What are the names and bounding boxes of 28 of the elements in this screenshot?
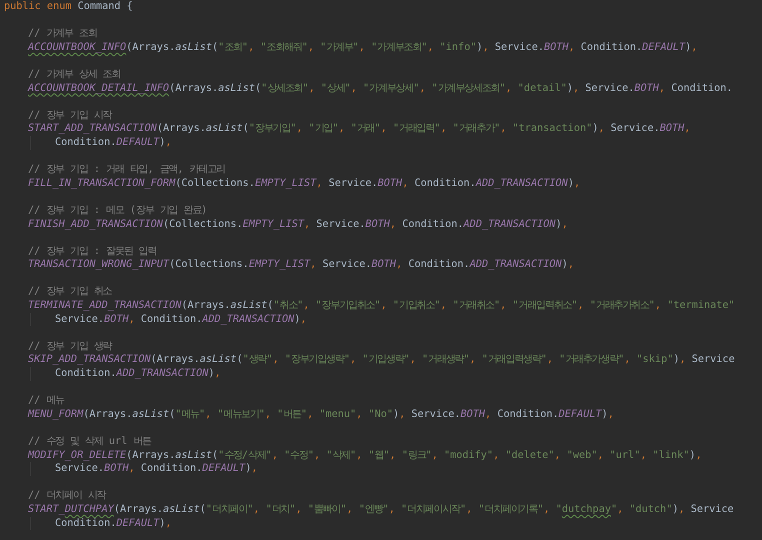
code-comment: // 장부 기입 시작 (28, 108, 112, 122)
code-line: TERMINATE_ADD_TRANSACTION(Arrays.asList("취소", "장부기입취소", "기입취소", "거래취소", "거래입력취소", "거래추가취소", "terminate" (28, 299, 735, 313)
code-line: SKIP_ADD_TRANSACTION(Arrays.asList("생략", "장부기입생략", "기입생략", "거래생략", "거래입력생략", "거래추가생략", "skip"), Service (28, 353, 735, 368)
code-line: Condition.DEFAULT), (30, 516, 172, 530)
code-line: TRANSACTION_WRONG_INPUT(Collections.EMPTY_LIST, Service.BOTH, Condition.ADD_TRANSACTION), (28, 258, 574, 272)
code-line: START_ADD_TRANSACTION(Arrays.asList("장부기입", "기입", "거래", "거래입력", "거래추가", "transaction"), Service.BOTH, (28, 122, 690, 136)
code-comment: // 장부 기입 : 메모 (장부 기입 완료) (28, 204, 208, 218)
code-comment: // 장부 기입 생략 (28, 340, 112, 354)
code-comment: // 수정 및 삭제 url 버튼 (28, 435, 151, 449)
code-comment: // 장부 기입 취소 (28, 285, 112, 300)
code-comment: // 장부 기입 : 잘못된 입력 (28, 244, 156, 258)
code-line: Condition.ADD_TRANSACTION), (30, 367, 221, 381)
code-line: Service.BOTH, Condition.ADD_TRANSACTION), (30, 312, 307, 326)
code-comment: // 장부 기입 : 거래 타입, 금액, 카테고리 (28, 163, 225, 177)
code-line: FINISH_ADD_TRANSACTION(Collections.EMPTY_LIST, Service.BOTH, Condition.ADD_TRANSACTION), (28, 218, 568, 232)
code-line: MODIFY_OR_DELETE(Arrays.asList("수정/삭제", "수정", "삭제", "웹", "링크", "modify", "delete", "web", "url", "link"), (28, 448, 702, 462)
code-comment: // 메뉴 (28, 394, 64, 408)
code-line: Service.BOTH, Condition.DEFAULT), (30, 462, 258, 476)
code-line: public enum Command { (4, 0, 133, 14)
code-comment: // 가계부 조회 (28, 27, 97, 41)
code-line: START_DUTCHPAY(Arrays.asList("더치페이", "더치", "뿜빠이", "엔빵", "더치페이시작", "더치페이기록", "dutchpay", "dutch"), Service (28, 502, 734, 517)
code-line: MENU_FORM(Arrays.asList("메뉴", "메뉴보기", "버튼", "menu", "No"), Service.BOTH, Condition.DEFAULT), (28, 408, 614, 422)
code-line: Condition.DEFAULT), (30, 136, 172, 150)
code-line: ACCOUNTBOOK_DETAIL_INFO(Arrays.asList("상세조회", "상세", "가계부상세", "가계부상세조회", "detail"), Service.BOTH, Condition. (28, 82, 733, 96)
code-line: FILL_IN_TRANSACTION_FORM(Collections.EMPTY_LIST, Service.BOTH, Condition.ADD_TRANSACTION), (28, 176, 580, 190)
code-comment: // 가계부 상세 조회 (28, 68, 120, 82)
code-line: ACCOUNTBOOK_INFO(Arrays.asList("조회", "조회해줘", "가계부", "가계부조회", "info"), Service.BOTH, Condition.DEFAULT), (28, 40, 698, 54)
code-comment: // 더치페이 시작 (28, 489, 106, 503)
